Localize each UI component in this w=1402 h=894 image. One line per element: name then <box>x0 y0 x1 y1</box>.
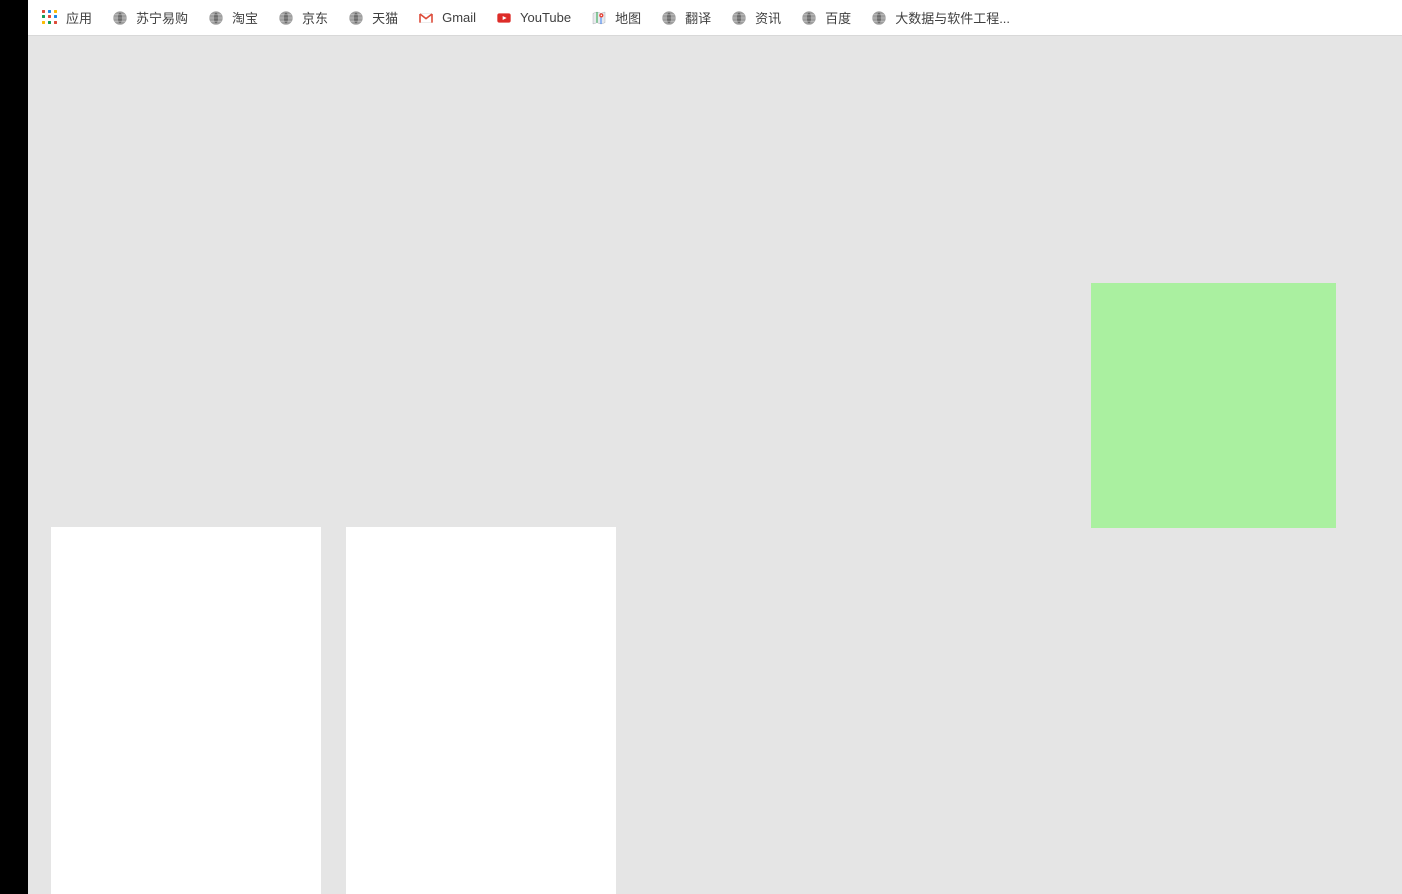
bookmark-item-0[interactable]: 应用 <box>42 8 92 27</box>
globe-icon <box>801 10 817 26</box>
youtube-icon <box>496 10 512 26</box>
bookmark-item-9[interactable]: 资讯 <box>731 8 781 27</box>
bookmark-label: 资讯 <box>755 8 781 27</box>
bookmark-label: 翻译 <box>685 8 711 27</box>
bookmark-label: 天猫 <box>372 8 398 27</box>
bookmark-label: 京东 <box>302 8 328 27</box>
globe-icon <box>348 10 364 26</box>
white-card-2 <box>346 527 616 894</box>
bookmark-label: 百度 <box>825 8 851 27</box>
bookmark-label: 大数据与软件工程... <box>895 8 1010 27</box>
bookmark-item-6[interactable]: YouTube <box>496 10 571 26</box>
globe-icon <box>661 10 677 26</box>
white-card-1 <box>51 527 321 894</box>
globe-icon <box>112 10 128 26</box>
bookmark-label: 地图 <box>615 8 641 27</box>
gmail-icon <box>418 10 434 26</box>
globe-icon <box>871 10 887 26</box>
bookmark-item-5[interactable]: Gmail <box>418 10 476 26</box>
bookmark-item-8[interactable]: 翻译 <box>661 8 711 27</box>
green-box <box>1091 283 1336 528</box>
bookmark-label: 淘宝 <box>232 8 258 27</box>
bookmark-item-11[interactable]: 大数据与软件工程... <box>871 8 1010 27</box>
apps-grid-icon <box>42 10 58 26</box>
page: 应用 苏宁易购 淘宝 京东 天猫 Gmail YouTube 地图 翻译 资讯 百度 大数据与软件工程… <box>28 0 1402 894</box>
bookmark-label: Gmail <box>442 10 476 25</box>
globe-icon <box>278 10 294 26</box>
bookmark-label: YouTube <box>520 10 571 25</box>
bookmark-item-4[interactable]: 天猫 <box>348 8 398 27</box>
bookmark-item-7[interactable]: 地图 <box>591 8 641 27</box>
bookmark-item-2[interactable]: 淘宝 <box>208 8 258 27</box>
bookmarks-bar: 应用 苏宁易购 淘宝 京东 天猫 Gmail YouTube 地图 翻译 资讯 百度 大数据与软件工程… <box>28 0 1402 36</box>
bookmark-item-10[interactable]: 百度 <box>801 8 851 27</box>
content-area <box>28 36 1402 894</box>
bookmark-label: 苏宁易购 <box>136 8 188 27</box>
bookmark-item-3[interactable]: 京东 <box>278 8 328 27</box>
globe-icon <box>208 10 224 26</box>
bookmark-item-1[interactable]: 苏宁易购 <box>112 8 188 27</box>
globe-icon <box>731 10 747 26</box>
maps-icon <box>591 10 607 26</box>
bookmark-label: 应用 <box>66 8 92 27</box>
